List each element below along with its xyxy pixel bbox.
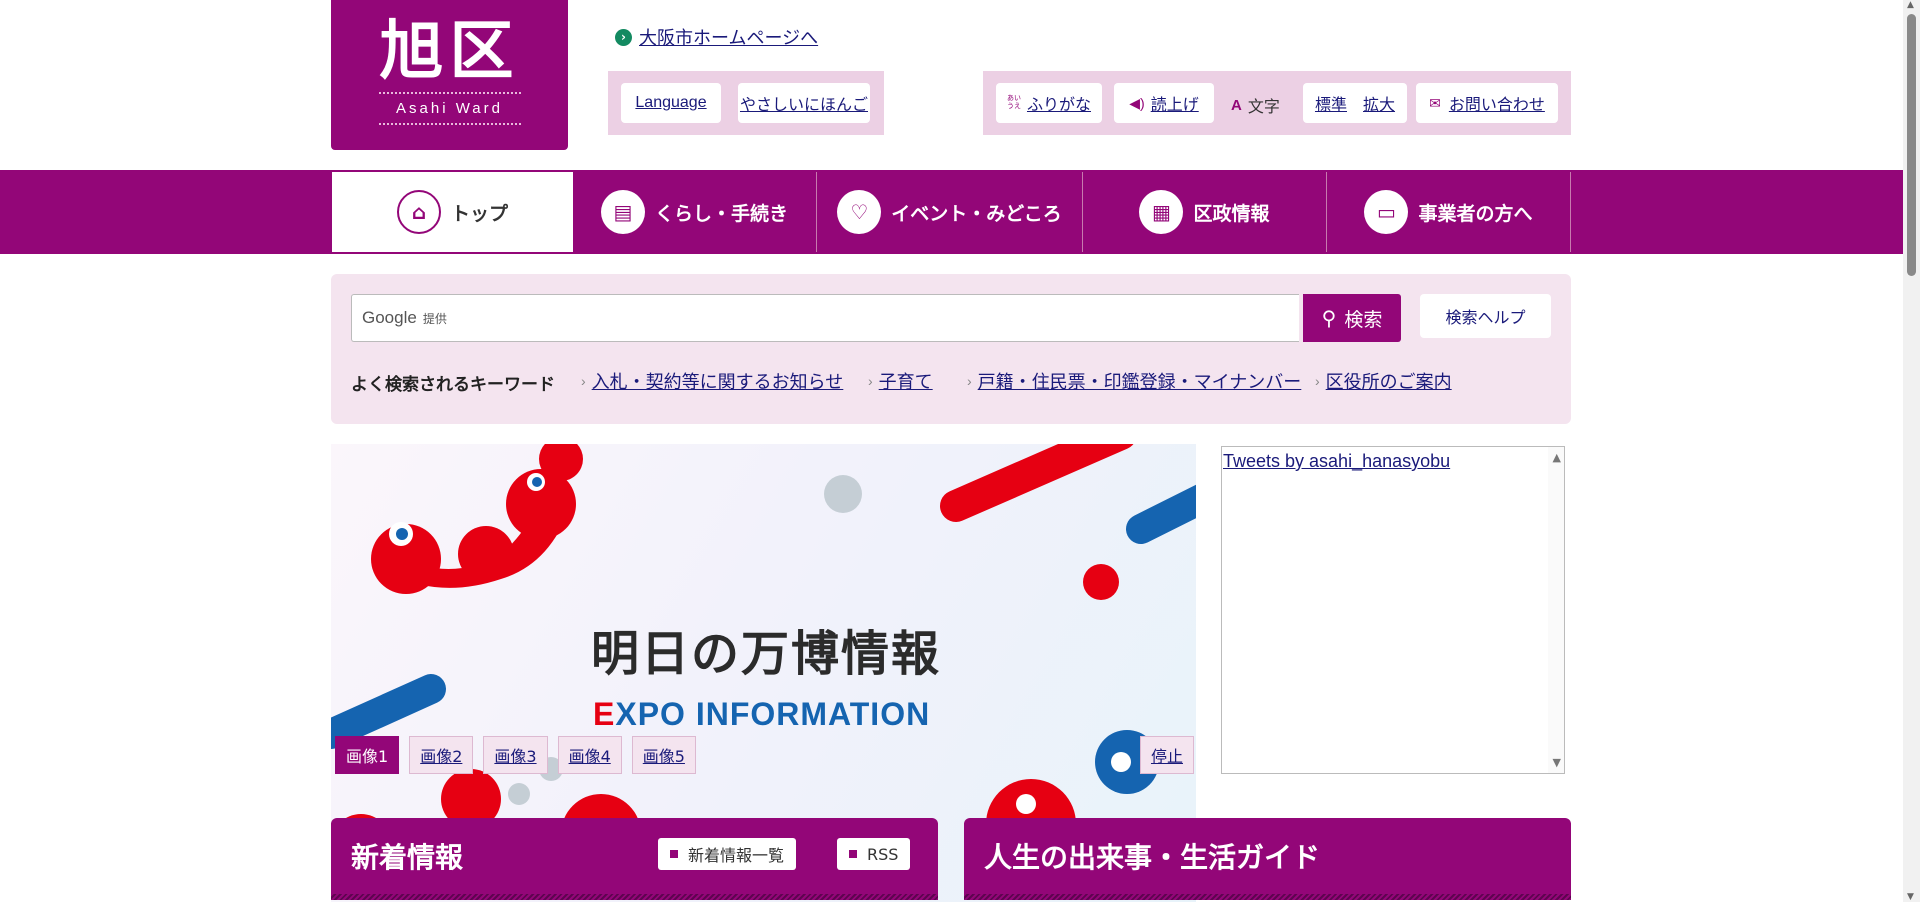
- easy-japanese-button[interactable]: やさしいにほんご: [738, 83, 870, 123]
- scrollbar-thumb[interactable]: [1907, 14, 1916, 276]
- search-panel: Google 提供 ⚲ 検索 検索ヘルプ よく検索されるキーワード › 入札・契…: [331, 274, 1571, 424]
- chevron-right-icon: ›: [868, 373, 873, 389]
- chevron-right-icon: ›: [581, 373, 586, 389]
- slide-stop-button[interactable]: 停止: [1139, 736, 1194, 774]
- google-provided: 提供: [422, 311, 447, 326]
- accessibility-tools-panel: あいうえ ふりがな ◀) 読上げ A 文字 標準 拡大 ✉ お問い合わせ: [983, 71, 1571, 135]
- contact-button-label[interactable]: お問い合わせ: [1449, 91, 1545, 115]
- twitter-embed: Tweets by asahi_hanasyobu ▲ ▼: [1221, 446, 1565, 774]
- nav-item-living[interactable]: ▤ くらし・手続き: [573, 172, 817, 252]
- slide-subtitle: EXPO INFORMATION: [593, 696, 930, 733]
- language-button-label[interactable]: Language: [635, 94, 706, 112]
- scroll-up-icon[interactable]: ▲: [1907, 0, 1914, 10]
- osaka-city-link[interactable]: 大阪市ホームページへ: [639, 24, 818, 50]
- nav-item-label: くらし・手続き: [654, 202, 788, 225]
- contact-button[interactable]: ✉ お問い合わせ: [1416, 83, 1558, 123]
- news-section-title: 新着情報: [351, 841, 464, 874]
- scroll-down-icon[interactable]: ▼: [1553, 756, 1561, 769]
- slide-tabs: 画像1 画像2 画像3 画像4 画像5: [335, 736, 696, 774]
- text-size-buttons: 標準 拡大: [1303, 83, 1407, 123]
- slide-headline: 明日の万博情報: [591, 626, 942, 682]
- furigana-button-label[interactable]: ふりがな: [1027, 91, 1091, 115]
- slide-tab-4[interactable]: 画像4: [557, 736, 622, 774]
- nav-item-ward-info[interactable]: ▦ 区政情報: [1083, 172, 1327, 252]
- text-standard-button[interactable]: 標準: [1315, 91, 1347, 115]
- logo-divider-bottom: [378, 123, 521, 125]
- main-nav: ⌂ トップ ▤ くらし・手続き ♡ イベント・みどころ ▦ 区政情報 ▭ 事業者…: [0, 170, 1903, 254]
- briefcase-icon: ▭: [1364, 190, 1409, 234]
- slide-subtitle-e: E: [593, 696, 616, 732]
- search-button[interactable]: ⚲ 検索: [1303, 294, 1401, 342]
- slide-subtitle-rest: XPO INFORMATION: [615, 696, 931, 732]
- balloon-icon: ♡: [837, 190, 882, 234]
- nav-item-label: 区政情報: [1193, 202, 1270, 225]
- furigana-button[interactable]: あいうえ ふりがな: [996, 83, 1102, 123]
- language-button[interactable]: Language: [621, 83, 721, 123]
- slide-tab-5[interactable]: 画像5: [631, 736, 696, 774]
- nav-item-label: イベント・みどころ: [891, 202, 1062, 225]
- home-icon: ⌂: [396, 190, 441, 234]
- nav-item-label: 事業者の方へ: [1418, 202, 1533, 225]
- keyword-link[interactable]: › 戸籍・住民票・印鑑登録・マイナンバー: [967, 368, 1301, 394]
- text-size-label-group: A 文字: [1231, 93, 1280, 117]
- language-panel: Language やさしいにほんご: [608, 71, 884, 135]
- google-brand: Google: [362, 308, 417, 327]
- tweets-scrollbar[interactable]: [1548, 447, 1564, 773]
- keyword-link-label[interactable]: 戸籍・住民票・印鑑登録・マイナンバー: [978, 368, 1302, 394]
- search-help-button[interactable]: 検索ヘルプ: [1420, 294, 1551, 338]
- logo-kanji: 旭区: [379, 15, 520, 89]
- nav-item-events[interactable]: ♡ イベント・みどころ: [817, 172, 1083, 252]
- square-bullet-icon: [849, 850, 857, 858]
- life-guide-section-title: 人生の出来事・生活ガイド: [984, 841, 1321, 874]
- slide-tab-1[interactable]: 画像1: [335, 736, 400, 774]
- keyword-link[interactable]: › 子育て: [868, 368, 933, 394]
- document-icon: ▤: [600, 190, 645, 234]
- read-aloud-button-label[interactable]: 読上げ: [1151, 91, 1199, 115]
- text-size-icon: A: [1231, 96, 1242, 114]
- slide-tab-2[interactable]: 画像2: [409, 736, 474, 774]
- rss-button[interactable]: RSS: [837, 838, 911, 870]
- keyword-link[interactable]: › 区役所のご案内: [1315, 368, 1452, 394]
- asahi-ward-logo[interactable]: 旭区 Asahi Ward: [331, 0, 568, 150]
- nav-item-label: トップ: [450, 202, 508, 225]
- search-input[interactable]: Google 提供: [351, 294, 1299, 342]
- window-scrollbar[interactable]: ▲ ▼: [1903, 0, 1920, 902]
- keyword-link-label[interactable]: 区役所のご案内: [1326, 368, 1452, 394]
- scroll-down-icon[interactable]: ▼: [1907, 892, 1914, 902]
- search-button-label: 検索: [1344, 308, 1383, 331]
- page: 旭区 Asahi Ward › 大阪市ホームページへ Language やさしい…: [0, 0, 1903, 902]
- nav-item-top[interactable]: ⌂ トップ: [332, 172, 573, 252]
- logo-roman: Asahi Ward: [396, 100, 503, 117]
- keyword-link-label[interactable]: 子育て: [879, 368, 933, 394]
- chevron-right-icon: ›: [1315, 373, 1320, 389]
- news-list-button[interactable]: 新着情報一覧: [658, 838, 797, 870]
- building-icon: ▦: [1139, 190, 1184, 234]
- keyword-link[interactable]: › 入札・契約等に関するお知らせ: [581, 368, 843, 394]
- easy-japanese-button-label[interactable]: やさしいにほんご: [740, 91, 868, 115]
- text-enlarge-button[interactable]: 拡大: [1363, 91, 1395, 115]
- chevron-right-icon: ›: [967, 373, 972, 389]
- nav-item-business[interactable]: ▭ 事業者の方へ: [1327, 172, 1571, 252]
- mail-icon: ✉: [1429, 94, 1441, 111]
- keyword-link-label[interactable]: 入札・契約等に関するお知らせ: [592, 368, 844, 394]
- search-icon: ⚲: [1321, 306, 1337, 330]
- rss-button-label: RSS: [867, 844, 899, 864]
- chevron-right-icon: ›: [615, 28, 632, 46]
- news-section-header: 新着情報 新着情報一覧 RSS: [331, 818, 938, 900]
- speaker-icon: ◀): [1129, 94, 1145, 111]
- text-size-label: 文字: [1247, 99, 1280, 116]
- scroll-up-icon[interactable]: ▲: [1553, 451, 1561, 464]
- read-aloud-button[interactable]: ◀) 読上げ: [1114, 83, 1214, 123]
- slide-tab-3[interactable]: 画像3: [483, 736, 548, 774]
- square-bullet-icon: [670, 850, 678, 858]
- tweets-link[interactable]: Tweets by asahi_hanasyobu: [1223, 451, 1450, 472]
- life-guide-section-header: 人生の出来事・生活ガイド: [964, 818, 1571, 900]
- news-list-button-label: 新着情報一覧: [688, 846, 785, 865]
- furigana-icon: あいうえ: [1006, 95, 1021, 110]
- popular-keywords-title: よく検索されるキーワード: [351, 375, 555, 395]
- osaka-city-link-row: › 大阪市ホームページへ: [615, 24, 818, 50]
